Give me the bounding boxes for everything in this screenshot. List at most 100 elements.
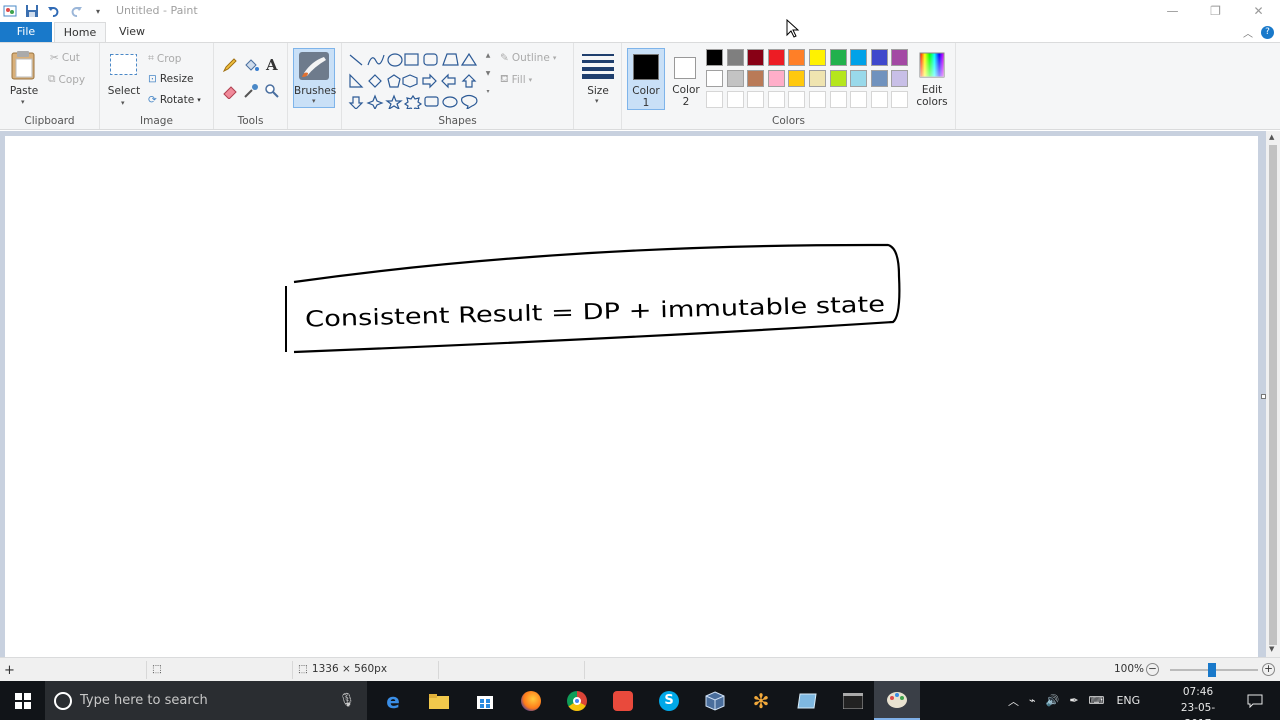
palette-swatch[interactable] [870,91,888,108]
file-explorer-app[interactable] [416,681,462,720]
tab-view[interactable]: View [110,22,154,42]
notifications-button[interactable] [1232,681,1278,720]
palette-swatch[interactable] [767,91,785,108]
fill-button[interactable]: ⛾ Fill ▾ [500,73,532,87]
paste-button[interactable]: Paste ▾ [6,47,42,107]
palette-swatch[interactable] [726,91,744,108]
firefox-app[interactable] [508,681,554,720]
taskbar-search-box[interactable]: Type here to search 🎙 [45,681,367,720]
redo-icon[interactable] [68,3,84,19]
undo-icon[interactable] [46,3,62,19]
scroll-down-icon[interactable]: ▼ [1269,645,1274,653]
fill-bucket-icon[interactable] [243,57,259,73]
zoom-slider[interactable] [1170,663,1258,677]
pen-icon[interactable]: ✒ [1069,694,1078,707]
color-picker-icon[interactable] [243,83,259,99]
crop-button[interactable]: ⌗ Crop [148,52,181,65]
zoom-out-button[interactable]: − [1146,663,1159,676]
palette-swatch[interactable] [747,70,765,87]
palette-swatch[interactable] [809,49,826,66]
rotate-button[interactable]: ⟳ Rotate ▾ [148,94,201,106]
paint-taskbar-app[interactable] [874,681,920,720]
gear-app[interactable]: ✻ [738,681,784,720]
color-palette [706,49,912,111]
palette-swatch[interactable] [850,70,868,87]
copy-button[interactable]: ⧉ Copy [48,73,85,86]
edit-colors-button[interactable]: Edit colors [912,48,952,110]
palette-swatch[interactable] [829,91,847,108]
scroll-up-icon[interactable]: ▲ [1269,133,1274,141]
color2-button[interactable]: Color 2 [668,48,704,110]
shapes-scroll[interactable]: ▲ ▼ ▾ [484,51,492,109]
edge-app[interactable]: e [370,681,416,720]
text-tool-icon[interactable]: A [266,56,278,74]
select-dropdown-icon[interactable]: ▾ [121,99,125,107]
palette-swatch[interactable] [726,49,744,66]
eraser-icon[interactable] [222,83,238,99]
shapes-gallery[interactable] [348,51,486,113]
save-icon[interactable] [24,3,40,19]
palette-swatch[interactable] [850,91,868,108]
network-icon[interactable]: ⌁ [1029,694,1036,707]
cut-button[interactable]: ✂ Cut [50,52,80,64]
magnifier-icon[interactable] [264,83,280,99]
palette-swatch[interactable] [829,49,847,66]
palette-swatch[interactable] [788,70,806,87]
palette-swatch[interactable] [829,70,847,87]
zoom-slider-thumb[interactable] [1208,663,1216,677]
select-button[interactable]: Select ▾ [106,49,142,109]
skype-app[interactable]: S [646,681,692,720]
palette-swatch[interactable] [850,49,868,66]
help-icon[interactable]: ? [1261,26,1274,39]
scrollbar-thumb[interactable] [1269,145,1277,645]
keyboard-icon[interactable]: ⌨ [1089,694,1105,707]
terminal-app[interactable] [830,681,876,720]
tab-file[interactable]: File [0,22,52,42]
microphone-icon[interactable]: 🎙 [338,693,355,708]
clock[interactable]: 07:46 23-05-2017 [1168,684,1228,720]
close-button[interactable]: ✕ [1237,0,1280,22]
language-indicator[interactable]: ENG [1116,694,1140,707]
palette-swatch[interactable] [870,70,888,87]
chrome-app[interactable] [554,681,600,720]
brushes-button[interactable]: Brushes ▾ [293,48,336,108]
palette-swatch[interactable] [767,49,785,66]
palette-swatch[interactable] [891,70,909,87]
palette-swatch[interactable] [788,91,806,108]
notes-app[interactable] [784,681,830,720]
resize-button[interactable]: ⊡ Resize [148,73,193,85]
palette-swatch[interactable] [891,49,909,66]
palette-swatch[interactable] [891,91,909,108]
volume-icon[interactable]: 🔊 [1046,694,1060,707]
customize-qat-icon[interactable]: ▾ [90,3,106,19]
paste-dropdown-icon[interactable]: ▾ [21,98,25,106]
palette-swatch[interactable] [726,70,744,87]
size-button[interactable]: Size ▾ [578,49,618,109]
palette-swatch[interactable] [706,91,723,108]
pencil-icon[interactable] [222,57,238,73]
start-button[interactable] [0,681,46,720]
palette-swatch[interactable] [809,91,826,108]
restore-button[interactable]: ❐ [1194,0,1237,22]
virtualbox-app[interactable] [692,681,738,720]
palette-swatch[interactable] [809,70,826,87]
show-hidden-icons[interactable]: ︿ [1008,693,1019,709]
minimize-button[interactable]: — [1151,0,1194,22]
paint-app-icon[interactable] [2,3,18,19]
zoom-in-button[interactable]: + [1262,663,1275,676]
store-app[interactable] [462,681,508,720]
vertical-scrollbar[interactable]: ▲ ▼ [1266,131,1280,657]
palette-swatch[interactable] [747,91,765,108]
palette-swatch[interactable] [706,70,723,87]
palette-swatch[interactable] [706,49,723,66]
drawing-canvas[interactable]: Consistent Result = DP + immutable state [5,136,1266,657]
color1-button[interactable]: Color 1 [627,48,665,110]
outline-button[interactable]: ✎ Outline ▾ [500,52,556,64]
recorder-app[interactable] [600,681,646,720]
tab-home[interactable]: Home [54,22,106,42]
collapse-ribbon-icon[interactable]: ︿ [1243,25,1253,40]
palette-swatch[interactable] [767,70,785,87]
palette-swatch[interactable] [870,49,888,66]
palette-swatch[interactable] [747,49,765,66]
palette-swatch[interactable] [788,49,806,66]
